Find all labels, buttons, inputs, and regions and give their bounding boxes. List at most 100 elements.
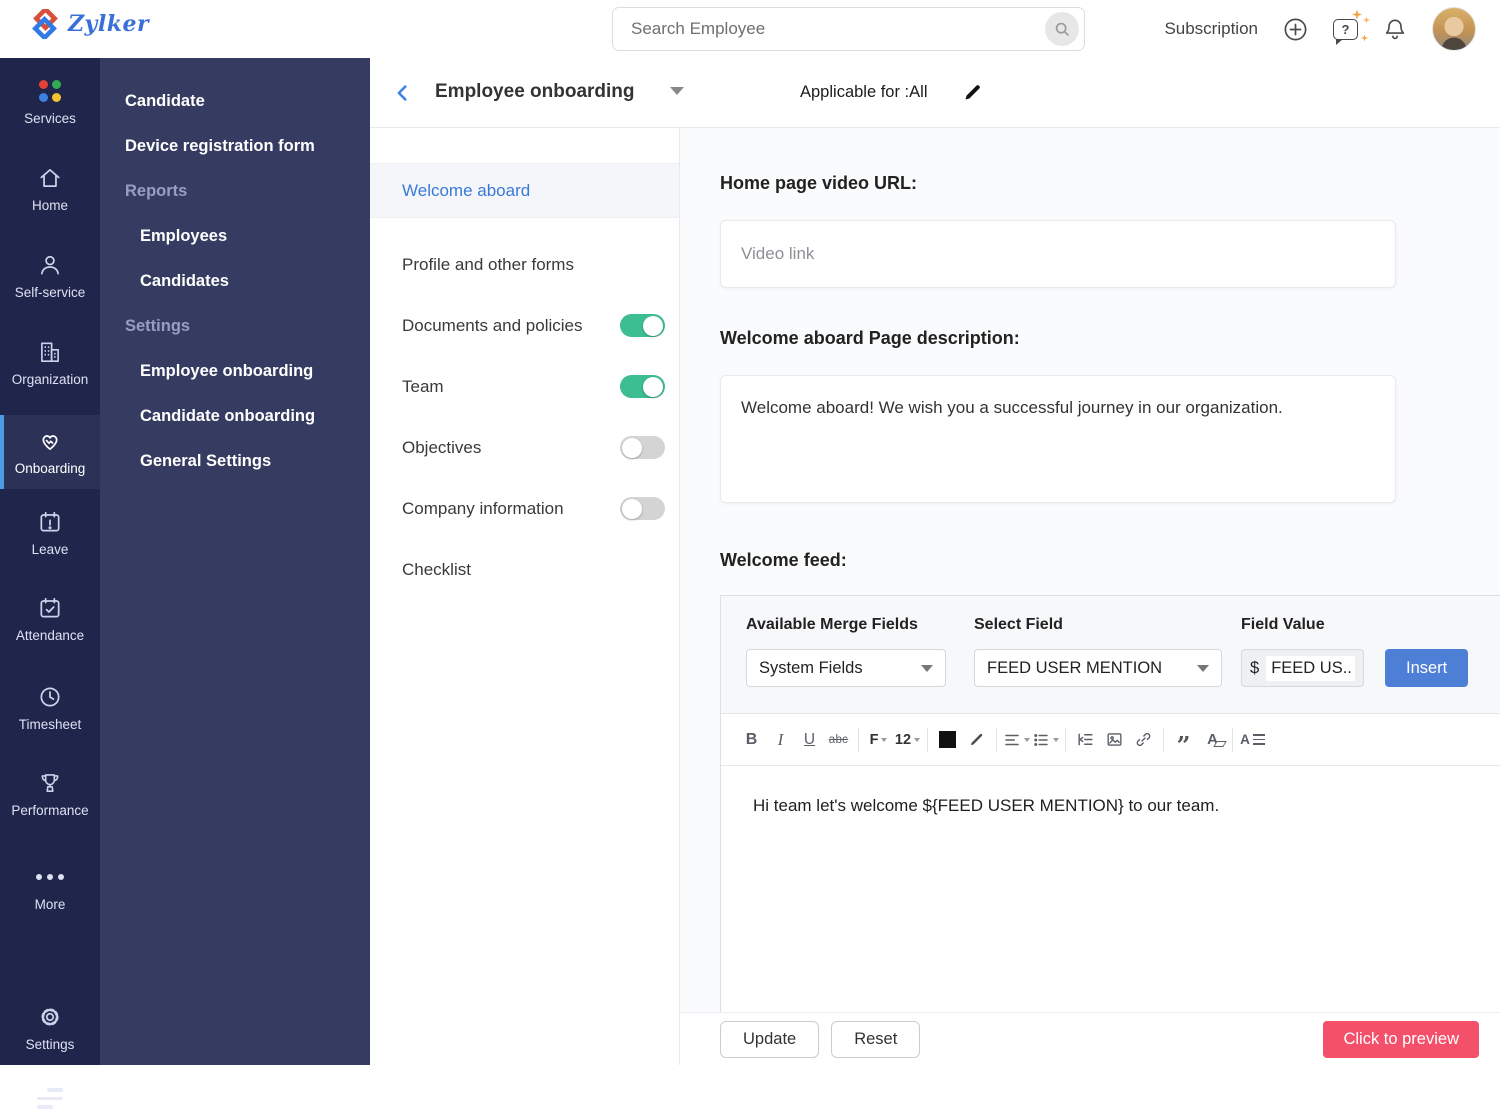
section-checklist[interactable]: Checklist xyxy=(370,539,679,600)
sidebar-item-home[interactable]: Home xyxy=(0,161,100,217)
action-bar: Update Reset Click to preview xyxy=(680,1012,1500,1065)
sparkle-icon xyxy=(1361,34,1368,42)
sidebar-item-more[interactable]: More xyxy=(0,860,100,916)
brand-name: Zylker xyxy=(68,11,150,37)
employee-search xyxy=(612,7,1085,51)
font-family-icon[interactable]: F xyxy=(864,725,893,755)
sidebar-item-self-service[interactable]: Self-service xyxy=(0,248,100,304)
trophy-icon xyxy=(37,770,63,796)
notifications-icon[interactable] xyxy=(1382,16,1408,42)
chevron-down-icon xyxy=(1197,664,1209,672)
gear-icon xyxy=(37,1004,63,1030)
image-icon[interactable] xyxy=(1100,725,1129,755)
video-url-field xyxy=(720,220,1396,288)
font-color-icon[interactable] xyxy=(933,725,962,755)
secondary-sidebar: Candidate Device registration form Repor… xyxy=(100,58,370,1065)
home-icon xyxy=(37,165,63,191)
align-icon[interactable] xyxy=(1002,725,1031,755)
person-icon xyxy=(37,252,63,278)
submenu-item-candidate[interactable]: Candidate xyxy=(100,88,370,115)
search-icon[interactable] xyxy=(1045,12,1079,46)
italic-icon[interactable]: I xyxy=(766,725,795,755)
submenu-item-candidate-onboarding[interactable]: Candidate onboarding xyxy=(100,403,370,430)
highlight-icon[interactable] xyxy=(962,725,991,755)
sparkle-icon xyxy=(1363,16,1370,24)
blockquote-icon[interactable]: ” xyxy=(1169,725,1198,757)
documents-toggle[interactable] xyxy=(620,314,665,337)
video-link-input[interactable] xyxy=(721,244,1395,264)
objectives-toggle[interactable] xyxy=(620,436,665,459)
clear-format-icon[interactable]: A xyxy=(1198,725,1227,755)
merge-fields-area: Available Merge Fields System Fields Sel… xyxy=(721,596,1500,714)
submenu-item-candidates[interactable]: Candidates xyxy=(100,268,370,295)
reset-button[interactable]: Reset xyxy=(831,1020,921,1058)
welcome-feed-label: Welcome feed: xyxy=(720,550,847,570)
clock-icon xyxy=(37,684,63,710)
strikethrough-icon[interactable]: abc xyxy=(824,725,853,755)
feed-editor[interactable]: Hi team let's welcome ${FEED USER MENTIO… xyxy=(721,766,1500,946)
submenu-header-reports: Reports xyxy=(125,182,188,200)
help-icon[interactable]: ? xyxy=(1333,9,1370,45)
editor-toolbar: B I U abc F 12 ” A A xyxy=(721,714,1500,766)
section-documents-and-policies[interactable]: Documents and policies xyxy=(370,295,679,356)
calendar-alert-icon xyxy=(37,509,63,535)
calendar-check-icon xyxy=(37,595,63,621)
section-team[interactable]: Team xyxy=(370,356,679,417)
section-profile-and-other-forms[interactable]: Profile and other forms xyxy=(370,234,679,295)
underline-icon[interactable]: U xyxy=(795,725,824,755)
sidebar-item-attendance[interactable]: Attendance xyxy=(0,591,100,647)
font-size-icon[interactable]: 12 xyxy=(893,725,922,755)
team-toggle[interactable] xyxy=(620,375,665,398)
submenu-item-general-settings[interactable]: General Settings xyxy=(100,448,370,475)
add-icon[interactable] xyxy=(1282,16,1309,43)
handshake-icon xyxy=(37,428,63,454)
submenu-item-device-registration-form[interactable]: Device registration form xyxy=(100,133,370,160)
section-objectives[interactable]: Objectives xyxy=(370,417,679,478)
bold-icon[interactable]: B xyxy=(737,725,766,755)
submenu-header-settings: Settings xyxy=(125,317,191,335)
merge-field-select[interactable]: FEED USER MENTION xyxy=(974,649,1222,687)
section-welcome-aboard[interactable]: Welcome aboard xyxy=(370,163,679,218)
subscription-link[interactable]: Subscription xyxy=(1164,19,1258,39)
list-icon[interactable] xyxy=(1031,725,1060,755)
page-title: Employee onboarding xyxy=(435,81,635,102)
collapse-menu-icon xyxy=(37,1088,63,1109)
sidebar-item-leave[interactable]: Leave xyxy=(0,505,100,561)
topbar-actions: Subscription ? xyxy=(1164,0,1476,58)
sidebar-item-onboarding[interactable]: Onboarding xyxy=(0,415,100,489)
field-value-token: FEED US.. xyxy=(1266,655,1355,681)
update-button[interactable]: Update xyxy=(720,1020,820,1058)
merge-category-select[interactable]: System Fields xyxy=(746,649,946,687)
sidebar-item-services[interactable]: Services xyxy=(0,74,100,130)
primary-sidebar: Services Home Self-service Organization xyxy=(0,58,100,1109)
field-value-box[interactable]: $ FEED US.. xyxy=(1241,649,1364,687)
company-information-toggle[interactable] xyxy=(620,497,665,520)
section-company-information[interactable]: Company information xyxy=(370,478,679,539)
app-logo: Zylker xyxy=(30,9,149,39)
back-button[interactable] xyxy=(392,82,414,104)
sidebar-collapse-button[interactable] xyxy=(0,1084,100,1113)
content-header: Employee onboarding Applicable for :All xyxy=(370,58,1500,128)
sidebar-item-organization[interactable]: Organization xyxy=(0,335,100,391)
insert-button[interactable]: Insert xyxy=(1385,649,1469,687)
description-textarea[interactable]: Welcome aboard! We wish you a successful… xyxy=(720,375,1396,503)
submenu-item-employees[interactable]: Employees xyxy=(100,223,370,250)
submenu-item-employee-onboarding[interactable]: Employee onboarding xyxy=(100,358,370,385)
applicable-for-label: Applicable for :All xyxy=(800,83,928,101)
ellipsis-icon xyxy=(36,864,64,890)
sidebar-item-performance[interactable]: Performance xyxy=(0,766,100,822)
link-icon[interactable] xyxy=(1129,725,1158,755)
chevron-down-icon xyxy=(921,664,933,672)
click-to-preview-button[interactable]: Click to preview xyxy=(1323,1020,1479,1058)
section-nav: Welcome aboard Profile and other forms D… xyxy=(370,128,680,1065)
field-value-label: Field Value xyxy=(1241,616,1325,633)
user-avatar[interactable] xyxy=(1432,7,1476,51)
line-spacing-icon[interactable]: A xyxy=(1238,725,1267,755)
title-dropdown-icon[interactable] xyxy=(670,87,684,95)
welcome-feed-panel: Available Merge Fields System Fields Sel… xyxy=(720,595,1500,1013)
edit-pencil-icon[interactable] xyxy=(962,82,983,103)
sidebar-item-settings[interactable]: Settings xyxy=(0,1000,100,1056)
outdent-icon[interactable] xyxy=(1071,725,1100,755)
search-input[interactable] xyxy=(613,19,1045,39)
sidebar-item-timesheet[interactable]: Timesheet xyxy=(0,680,100,736)
